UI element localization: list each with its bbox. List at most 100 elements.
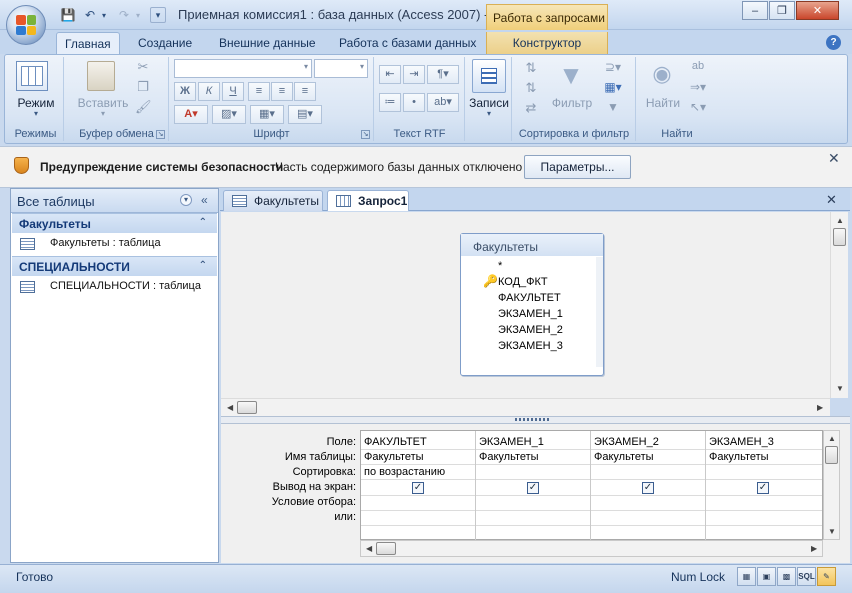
pane-splitter[interactable] [221, 416, 850, 424]
view-button[interactable]: Режим [8, 96, 64, 110]
tab-design[interactable]: Конструктор [486, 32, 608, 54]
underline-button[interactable]: Ч [222, 82, 244, 101]
format-painter-icon[interactable]: 🖌 [135, 99, 152, 115]
view-dropdown-icon[interactable]: ▾ [8, 109, 64, 118]
pivotchart-view-icon[interactable]: ▩ [777, 567, 796, 586]
nav-group-faculties[interactable]: Факультеты ⌃ [12, 213, 217, 233]
save-icon[interactable]: 💾 [58, 6, 78, 24]
close-document-icon[interactable]: ✕ [826, 192, 837, 208]
alt-fill-icon[interactable]: ▤▾ [288, 105, 322, 124]
tab-create[interactable]: Создание [130, 32, 200, 54]
fill-color-icon[interactable]: ▨▾ [212, 105, 246, 124]
sql-view-button[interactable]: SQL [797, 567, 816, 586]
align-center-icon[interactable]: ≡ [271, 82, 293, 101]
nav-menu-chevron-icon[interactable]: ▾ [180, 194, 192, 206]
bullets-icon[interactable]: • [403, 93, 425, 112]
customize-qat-icon[interactable]: ▾ [150, 7, 166, 23]
records-dropdown-icon[interactable]: ▾ [466, 109, 512, 118]
gridlines-icon[interactable]: ▦▾ [250, 105, 284, 124]
upper-vertical-scrollbar[interactable]: ▲ ▼ [830, 212, 848, 398]
grid-cell-table[interactable]: Факультеты [594, 451, 654, 463]
datasheet-view-icon[interactable]: ▦ [737, 567, 756, 586]
scroll-up-icon[interactable]: ▲ [828, 434, 836, 443]
replace-icon[interactable]: ab [687, 60, 709, 72]
tab-faculties-table[interactable]: Факультеты [223, 190, 323, 211]
scroll-down-icon[interactable]: ▼ [836, 384, 844, 393]
scroll-thumb[interactable] [237, 401, 257, 414]
field-list-title[interactable]: Факультеты [461, 234, 603, 256]
binoculars-icon[interactable]: ◉ [647, 61, 677, 89]
numbering-icon[interactable]: ≔ [379, 93, 401, 112]
find-button[interactable]: Найти [641, 96, 685, 110]
cut-icon[interactable]: ✂ [135, 59, 151, 75]
options-button[interactable]: Параметры... [524, 155, 631, 179]
datasheet-view-icon[interactable] [16, 61, 48, 91]
scroll-thumb[interactable] [376, 542, 396, 555]
selection-filter-icon[interactable]: ⊇▾ [599, 60, 627, 74]
redo-icon[interactable]: ↷ [114, 6, 134, 24]
shutter-bar-close-icon[interactable]: « [201, 193, 208, 207]
paste-button[interactable]: Вставить [73, 96, 133, 110]
scroll-thumb[interactable] [833, 228, 846, 246]
grid-cell-sort[interactable]: по возрастанию [364, 466, 445, 478]
scroll-thumb[interactable] [825, 446, 838, 464]
scroll-right-icon[interactable]: ▶ [817, 403, 823, 412]
upper-horizontal-scrollbar[interactable]: ◀ ▶ [221, 398, 830, 416]
scroll-up-icon[interactable]: ▲ [836, 216, 844, 225]
undo-icon[interactable]: ↶ [80, 6, 100, 24]
field-kod-fkt[interactable]: КОД_ФКТ [498, 276, 548, 288]
font-size-dropdown[interactable]: ▾ [314, 59, 368, 78]
font-name-dropdown[interactable]: ▾ [174, 59, 312, 78]
clipboard-launcher-icon[interactable]: ↘ [156, 130, 165, 139]
grid-cell-field[interactable]: ЭКЗАМЕН_3 [709, 436, 774, 448]
sort-asc-icon[interactable]: ⇅ [523, 60, 539, 76]
field-list-scrollbar[interactable] [596, 257, 603, 367]
close-button[interactable]: ✕ [796, 1, 839, 20]
tab-external-data[interactable]: Внешние данные [211, 32, 324, 54]
clear-sort-icon[interactable]: ⇄ [523, 100, 539, 116]
sort-desc-icon[interactable]: ⇅ [523, 80, 539, 96]
select-icon[interactable]: ↖▾ [687, 100, 709, 114]
toggle-filter-icon[interactable]: ▼ [599, 100, 627, 114]
filter-button[interactable]: Фильтр [547, 96, 597, 110]
scroll-left-icon[interactable]: ◀ [227, 403, 233, 412]
tab-home[interactable]: Главная [56, 32, 120, 55]
nav-title[interactable]: Все таблицы [17, 194, 95, 209]
close-icon[interactable]: ✕ [828, 150, 840, 167]
scroll-left-icon[interactable]: ◀ [366, 544, 372, 553]
grid-vertical-scrollbar[interactable]: ▲ ▼ [823, 430, 840, 540]
scroll-right-icon[interactable]: ▶ [811, 544, 817, 553]
show-checkbox[interactable]: ✓ [757, 482, 769, 494]
align-right-icon[interactable]: ≡ [294, 82, 316, 101]
font-color-icon[interactable]: A▾ [174, 105, 208, 124]
paste-dropdown-icon[interactable]: ▾ [73, 109, 133, 118]
grid-horizontal-scrollbar[interactable]: ◀ ▶ [360, 540, 823, 557]
copy-icon[interactable]: ❐ [135, 79, 151, 95]
field-ekzamen-2[interactable]: ЭКЗАМЕН_2 [498, 324, 563, 336]
office-button[interactable] [6, 5, 46, 45]
grid-cell-table[interactable]: Факультеты [479, 451, 539, 463]
align-left-icon[interactable]: ≡ [248, 82, 270, 101]
highlight-icon[interactable]: ab▾ [427, 93, 459, 112]
pivottable-view-icon[interactable]: ▣ [757, 567, 776, 586]
paragraph-icon[interactable]: ¶▾ [427, 65, 459, 84]
grid-cell-table[interactable]: Факультеты [709, 451, 769, 463]
decrease-indent-icon[interactable]: ⇤ [379, 65, 401, 84]
field-fakultet[interactable]: ФАКУЛЬТЕТ [498, 292, 561, 304]
records-button[interactable]: Записи [466, 96, 512, 110]
paste-icon[interactable] [87, 61, 115, 91]
grid-cell-table[interactable]: Факультеты [364, 451, 424, 463]
nav-item-specialties-table[interactable]: СПЕЦИАЛЬНОСТИ : таблица [20, 280, 201, 293]
records-icon[interactable] [472, 59, 506, 93]
field-ekzamen-3[interactable]: ЭКЗАМЕН_3 [498, 340, 563, 352]
grid-cell-field[interactable]: ЭКЗАМЕН_1 [479, 436, 544, 448]
nav-group-specialties[interactable]: СПЕЦИАЛЬНОСТИ ⌃ [12, 256, 217, 276]
field-all[interactable]: * [498, 260, 502, 272]
tab-database-tools[interactable]: Работа с базами данных [331, 32, 484, 54]
undo-dropdown-icon[interactable]: ▾ [98, 6, 110, 24]
increase-indent-icon[interactable]: ⇥ [403, 65, 425, 84]
redo-dropdown-icon[interactable]: ▾ [132, 6, 144, 24]
advanced-filter-icon[interactable]: ▦▾ [599, 80, 627, 94]
nav-item-faculties-table[interactable]: Факультеты : таблица [20, 237, 161, 250]
minimize-button[interactable]: – [742, 1, 768, 20]
